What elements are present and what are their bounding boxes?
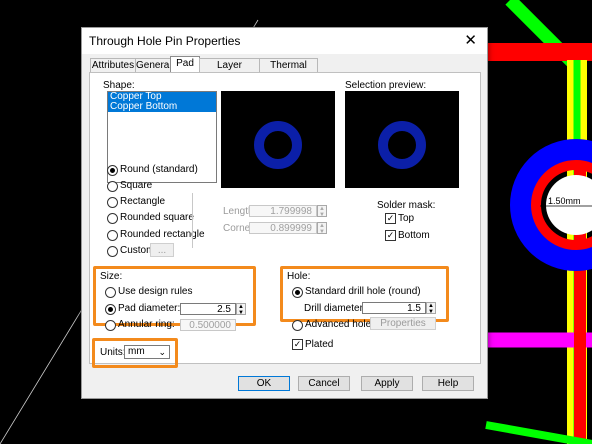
selection-preview (345, 91, 459, 188)
radio-rounded-square-label: Rounded square (120, 212, 194, 223)
radio-advanced-hole[interactable] (292, 320, 303, 331)
shape-divider (192, 193, 193, 248)
radio-square[interactable] (107, 181, 118, 192)
annular-ring-label: Annular ring: (118, 319, 175, 330)
dialog-title: Through Hole Pin Properties (89, 34, 241, 48)
solder-mask-bottom-checkbox[interactable]: ✓ (385, 230, 396, 241)
use-design-rules-label: Use design rules (118, 286, 193, 297)
standard-drill-hole-label: Standard drill hole (round) (305, 286, 421, 297)
plated-label: Plated (305, 339, 334, 350)
radio-custom[interactable] (107, 246, 118, 257)
apply-button[interactable]: Apply (361, 376, 413, 391)
solder-mask-top-checkbox[interactable]: ✓ (385, 213, 396, 224)
solder-mask-label: Solder mask: (377, 200, 436, 211)
ok-button[interactable]: OK (238, 376, 290, 391)
length-field[interactable]: 1.799998 (249, 205, 317, 217)
radio-round-label: Round (standard) (120, 164, 198, 175)
size-label: Size: (100, 271, 123, 282)
tab-general[interactable]: General (135, 58, 172, 73)
tab-layer-settings[interactable]: Layer settings (199, 58, 260, 85)
hole-label: Hole: (287, 271, 311, 282)
custom-shape-button[interactable]: ... (150, 243, 174, 257)
advanced-hole-label: Advanced hole (305, 319, 372, 330)
dimension-label: 1.50mm (548, 196, 581, 206)
chevron-down-icon: ⌄ (158, 347, 166, 357)
radio-rectangle-label: Rectangle (120, 196, 166, 207)
drill-diameter-label: Drill diameter: (304, 303, 366, 314)
checkmark-icon: ✓ (293, 339, 302, 349)
drill-diameter-field[interactable]: 1.5 (362, 302, 426, 314)
solder-mask-bottom-label: Bottom (398, 230, 430, 241)
checkmark-icon: ✓ (386, 213, 395, 223)
radio-use-design-rules[interactable] (105, 287, 116, 298)
annular-ring-field[interactable]: 0.500000 (180, 319, 236, 331)
radio-square-label: Square (120, 180, 153, 191)
pad-preview-ring-icon (254, 121, 302, 169)
corner-radius-field[interactable]: 0.899999 (249, 222, 317, 234)
radio-standard-drill-hole[interactable] (292, 287, 303, 298)
units-value: mm (128, 346, 145, 357)
radio-annular-ring[interactable] (105, 320, 116, 331)
list-item-copper-bottom[interactable]: Copper Bottom (108, 102, 216, 112)
corner-radius-spin-arrows-icon[interactable]: ▲ ▼ (317, 222, 327, 235)
help-button[interactable]: Help (422, 376, 474, 391)
radio-rounded-rectangle[interactable] (107, 230, 118, 241)
dialog-titlebar[interactable]: Through Hole Pin Properties ✕ (82, 28, 487, 54)
cancel-button[interactable]: Cancel (298, 376, 350, 391)
units-label: Units: (100, 347, 126, 358)
length-spin-arrows-icon[interactable]: ▲ ▼ (317, 205, 327, 218)
selection-preview-ring-icon (378, 121, 426, 169)
checkmark-icon: ✓ (386, 230, 395, 240)
radio-rounded-square[interactable] (107, 213, 118, 224)
pad-diameter-field[interactable]: 2.5 (180, 303, 236, 315)
drill-diameter-spin-arrows-icon[interactable]: ▲ ▼ (426, 302, 436, 315)
selection-preview-label: Selection preview: (345, 80, 427, 91)
through-hole-pin-properties-dialog: Through Hole Pin Properties ✕ Attributes… (81, 27, 488, 399)
close-icon[interactable]: ✕ (464, 31, 477, 49)
hole-properties-button[interactable]: Properties (370, 317, 436, 330)
tab-attributes[interactable]: Attributes (90, 58, 136, 73)
plated-checkbox[interactable]: ✓ (292, 339, 303, 350)
units-select[interactable]: mm ⌄ (124, 345, 170, 359)
pad-diameter-spin-arrows-icon[interactable]: ▲ ▼ (236, 303, 246, 316)
radio-rectangle[interactable] (107, 197, 118, 208)
radio-pad-diameter[interactable] (105, 304, 116, 315)
pad-diameter-label: Pad diameter: (118, 303, 181, 314)
shape-label: Shape: (103, 80, 135, 91)
radio-round[interactable] (107, 165, 118, 176)
shape-preview (221, 91, 335, 188)
tab-thermal-relief[interactable]: Thermal relief (259, 58, 318, 85)
solder-mask-top-label: Top (398, 213, 415, 224)
